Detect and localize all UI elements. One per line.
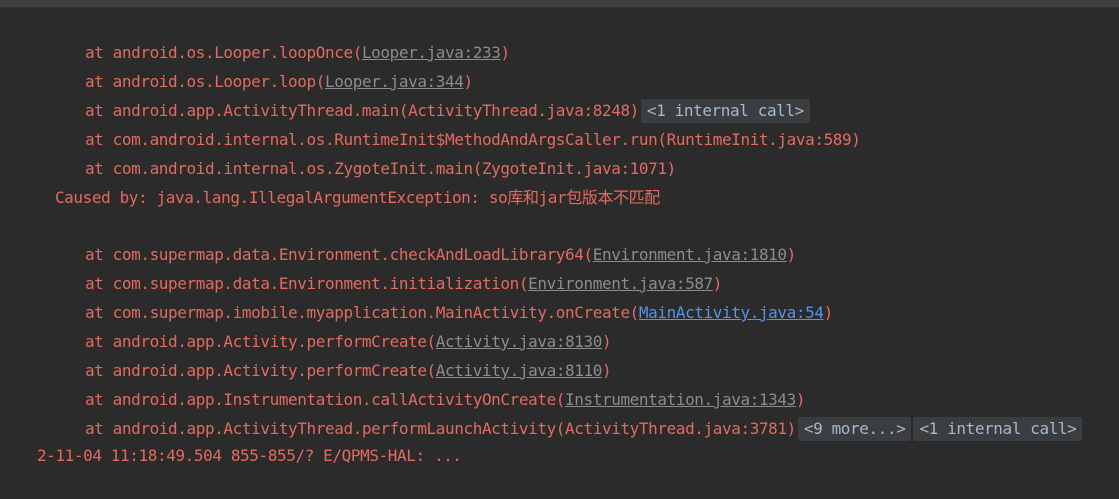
stack-frame-text: ): [823, 303, 834, 322]
stack-frame-line: at android.os.Looper.loop(Looper.java:34…: [0, 38, 473, 91]
internal-call-fold[interactable]: <1 internal call>: [913, 417, 1083, 441]
stack-frame-line: at android.app.ActivityThread.main(Activ…: [0, 67, 810, 123]
more-frames-fold[interactable]: <9 more...>: [797, 417, 912, 441]
stack-frame-line: at android.app.Activity.performCreate(Ac…: [0, 298, 612, 351]
caused-by-line: Caused by: java.lang.IllegalArgumentExce…: [0, 154, 660, 207]
run-console-output[interactable]: at android.os.Looper.loopOnce(Looper.jav…: [0, 8, 1119, 465]
exception-message: Caused by: java.lang.IllegalArgumentExce…: [54, 188, 660, 207]
stack-frame-line: at com.android.internal.os.ZygoteInit.ma…: [0, 125, 676, 178]
stack-frame-line: at android.app.ActivityThread.performLau…: [0, 385, 1083, 441]
stack-frame-text: ): [786, 245, 797, 264]
log-line-text: 2-11-04 11:18:49.504 855-855/? E/QPMS-HA…: [36, 446, 462, 465]
stack-frame-line: at android.app.Activity.performCreate(Ac…: [0, 327, 612, 380]
project-source-link[interactable]: MainActivity.java:54: [639, 303, 824, 322]
stack-frame-line: at com.supermap.imobile.myapplication.Ma…: [0, 269, 833, 322]
stack-frame-line: at com.android.internal.os.RuntimeInit$M…: [0, 96, 861, 149]
stack-frame-line: at com.supermap.data.Environment.initial…: [0, 240, 723, 293]
stack-frame-line: at android.app.Instrumentation.callActiv…: [0, 356, 806, 409]
stack-frame-line: at android.os.Looper.loopOnce(Looper.jav…: [0, 9, 510, 62]
stack-frame-text: ): [500, 43, 510, 62]
stack-frame-line: at com.supermap.data.Environment.checkAn…: [0, 211, 796, 264]
log-line-partial: 2-11-04 11:18:49.504 855-855/? E/QPMS-HA…: [0, 412, 462, 465]
tool-window-header: [0, 0, 1119, 8]
